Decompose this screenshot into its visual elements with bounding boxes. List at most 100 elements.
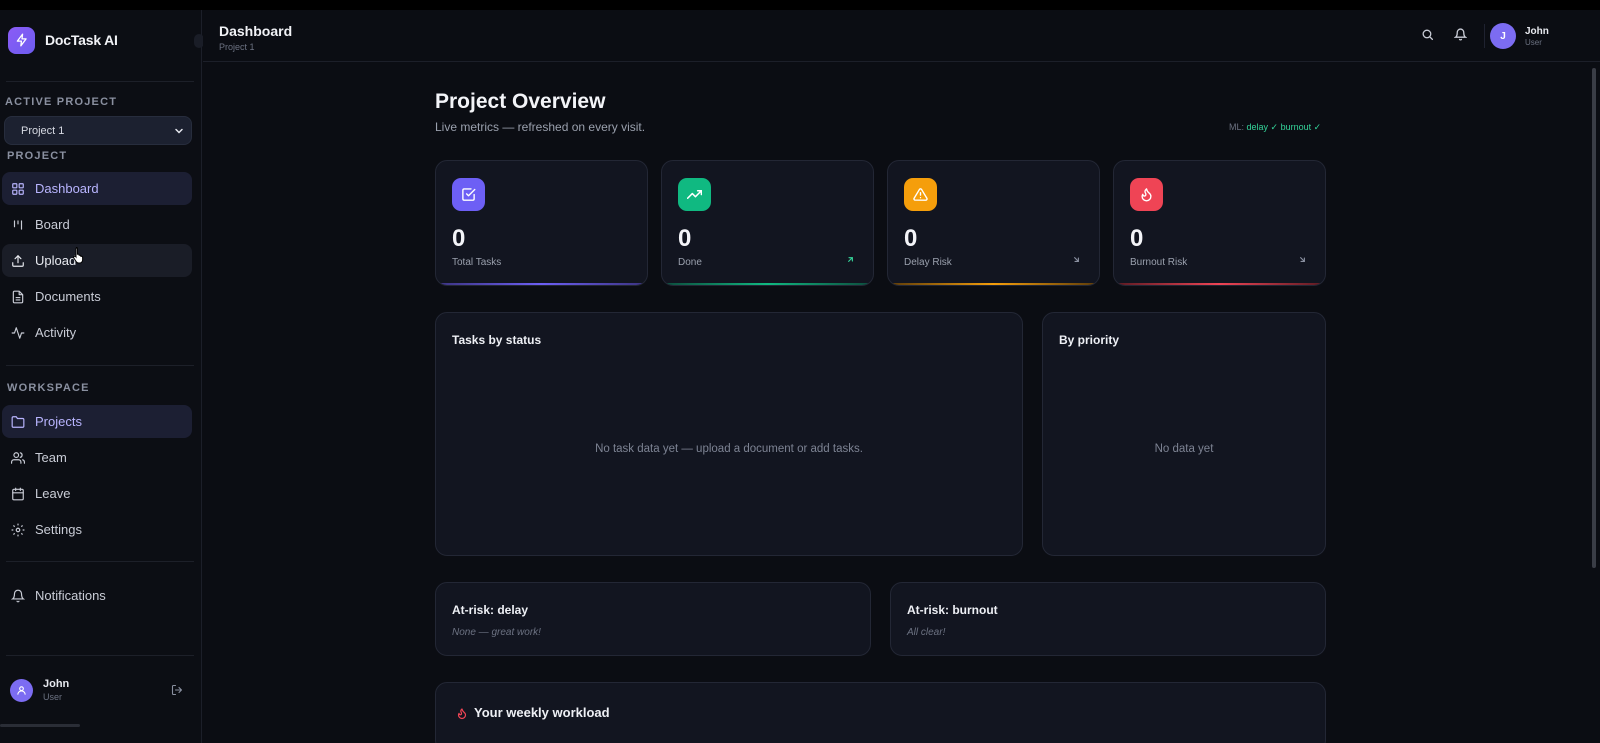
divider: [1484, 24, 1485, 48]
sidebar-item-label: Team: [35, 450, 67, 465]
stat-accent-bar: [888, 283, 1099, 285]
check-square-icon: [452, 178, 485, 211]
sidebar-user[interactable]: John User: [10, 678, 69, 702]
activity-icon: [11, 326, 25, 339]
sidebar-item-label: Activity: [35, 325, 77, 340]
stat-label: Total Tasks: [452, 257, 502, 268]
user-name: John: [43, 678, 70, 690]
active-project-label: ACTIVE PROJECT: [5, 96, 118, 108]
divider: [6, 365, 194, 366]
sidebar-item-activity[interactable]: Activity: [2, 316, 192, 349]
main-scrollbar[interactable]: [1592, 68, 1596, 568]
stat-label: Burnout Risk: [1130, 257, 1188, 268]
ml-status: ML: delay ✓ burnout ✓: [1229, 122, 1321, 133]
sidebar-item-label: Dashboard: [35, 181, 99, 196]
risk-note: All clear!: [907, 627, 946, 638]
gear-icon: [11, 523, 25, 536]
avatar: [10, 678, 33, 702]
sidebar-item-label: Leave: [35, 486, 71, 501]
ml-status-delay: delay ✓: [1246, 122, 1279, 132]
panel-title: Tasks by status: [452, 333, 542, 347]
stat-accent-bar: [662, 283, 873, 285]
bell-icon[interactable]: [1454, 28, 1467, 41]
sidebar-item-board[interactable]: Board: [2, 208, 192, 241]
warning-icon: [904, 178, 937, 211]
sidebar-scrollbar[interactable]: [0, 724, 80, 727]
logout-icon[interactable]: [171, 684, 183, 696]
page-title: Project Overview: [435, 90, 606, 113]
sidebar-item-upload[interactable]: Upload: [2, 244, 192, 277]
bell-icon: [11, 589, 25, 602]
empty-state-text: No task data yet — upload a document or …: [595, 443, 863, 455]
sidebar-item-notifications[interactable]: Notifications: [2, 579, 192, 612]
sidebar-item-settings[interactable]: Settings: [2, 513, 192, 546]
workspace-section-label: WORKSPACE: [7, 382, 90, 394]
stat-accent-bar: [436, 283, 647, 285]
sidebar-item-label: Board: [35, 217, 70, 232]
panel-title: Your weekly workload: [474, 705, 610, 720]
grid-icon: [12, 182, 24, 195]
user-role: User: [1525, 37, 1542, 47]
stat-label: Delay Risk: [904, 257, 952, 268]
project-select[interactable]: Project 1: [4, 116, 192, 145]
search-icon[interactable]: [1421, 28, 1434, 41]
divider: [6, 561, 194, 562]
divider: [6, 655, 194, 656]
folder-icon: [11, 415, 25, 428]
stat-card-delay-risk: 0 Delay Risk: [887, 160, 1100, 286]
brand[interactable]: DocTask AI: [8, 26, 118, 54]
sidebar-item-projects[interactable]: Projects: [2, 405, 192, 438]
stat-card-total-tasks: 0 Total Tasks: [435, 160, 648, 286]
arrow-down-right-icon: [1074, 257, 1079, 262]
divider: [6, 81, 194, 82]
sidebar-item-dashboard[interactable]: Dashboard: [2, 172, 192, 205]
ml-status-prefix: ML:: [1229, 122, 1245, 132]
stat-value: 0: [904, 225, 918, 252]
sidebar-item-team[interactable]: Team: [2, 441, 192, 474]
chevron-down-icon: [175, 128, 183, 134]
calendar-icon: [12, 487, 24, 500]
at-risk-burnout-panel: At-risk: burnout All clear!: [890, 582, 1326, 656]
columns-icon: [13, 219, 23, 230]
sidebar-item-label: Projects: [35, 414, 82, 429]
mouse-cursor-icon: [73, 247, 84, 264]
trending-up-icon: [678, 178, 711, 211]
ml-status-burnout: burnout ✓: [1280, 122, 1322, 132]
users-icon: [11, 451, 25, 464]
sidebar-item-documents[interactable]: Documents: [2, 280, 192, 313]
empty-state-text: No data yet: [1154, 443, 1214, 455]
stat-card-burnout-risk: 0 Burnout Risk: [1113, 160, 1326, 286]
user-name: John: [1525, 25, 1549, 37]
app-window: DocTask AI ACTIVE PROJECT Project 1 PROJ…: [0, 10, 1600, 743]
avatar: J: [1490, 23, 1516, 49]
bolt-icon: [8, 26, 35, 54]
sidebar-item-label: Notifications: [35, 588, 106, 603]
brand-name: DocTask AI: [45, 32, 118, 48]
arrow-down-right-icon: [1300, 257, 1305, 262]
stat-value: 0: [1130, 225, 1144, 252]
sidebar-item-leave[interactable]: Leave: [2, 477, 192, 510]
project-select-value: Project 1: [21, 124, 65, 137]
sidebar-item-label: Settings: [35, 522, 82, 537]
by-priority-panel: By priority No data yet: [1042, 312, 1326, 556]
user-role: User: [43, 692, 63, 702]
user-icon: [17, 685, 26, 695]
breadcrumb: Project 1: [219, 42, 255, 52]
sidebar-item-label: Upload: [35, 253, 77, 268]
page-header-title: Dashboard: [219, 23, 293, 39]
at-risk-delay-panel: At-risk: delay None — great work!: [435, 582, 871, 656]
panel-title: At-risk: delay: [452, 603, 529, 617]
page-subtitle: Live metrics — refreshed on every visit.: [435, 120, 646, 134]
panel-title: By priority: [1059, 333, 1120, 347]
panel-title: At-risk: burnout: [907, 603, 998, 617]
header-user-menu[interactable]: J John User: [1490, 23, 1549, 49]
stat-label: Done: [678, 257, 702, 268]
top-header: Dashboard Project 1 J John User: [203, 10, 1600, 62]
stat-value: 0: [678, 225, 692, 252]
project-section-label: PROJECT: [7, 150, 68, 162]
stat-card-done: 0 Done: [661, 160, 874, 286]
upload-icon: [12, 254, 24, 267]
weekly-workload-panel: Your weekly workload: [435, 682, 1326, 743]
risk-note: None — great work!: [452, 627, 541, 638]
arrow-up-right-icon: [848, 257, 853, 262]
